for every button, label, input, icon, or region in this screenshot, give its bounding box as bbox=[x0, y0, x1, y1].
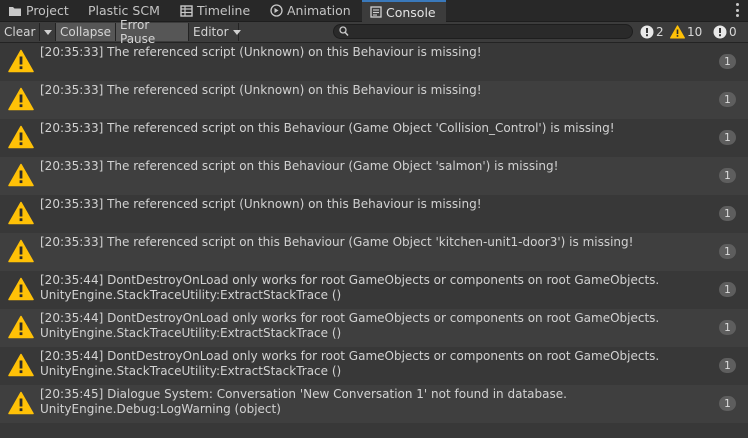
log-message: [20:35:44] DontDestroyOnLoad only works … bbox=[40, 273, 704, 303]
warning-count: 10 bbox=[687, 25, 703, 39]
log-text: [20:35:44] DontDestroyOnLoad only works … bbox=[40, 273, 660, 287]
clear-label: Clear bbox=[4, 25, 36, 39]
log-count-badge: 1 bbox=[719, 244, 736, 259]
tab-timeline[interactable]: Timeline bbox=[172, 0, 260, 21]
log-count-badge: 1 bbox=[719, 358, 736, 373]
log-entry[interactable]: [20:35:45] Dialogue System: Conversation… bbox=[0, 385, 748, 423]
warning-icon bbox=[8, 125, 34, 152]
log-count-badge: 1 bbox=[719, 92, 736, 107]
log-message: [20:35:33] The referenced script (Unknow… bbox=[40, 45, 704, 60]
error-pause-toggle[interactable]: Error Pause bbox=[116, 18, 189, 46]
log-text: [20:35:33] The referenced script (Unknow… bbox=[40, 83, 482, 97]
tab-label: Plastic SCM bbox=[88, 3, 160, 18]
log-count-badge: 1 bbox=[719, 206, 736, 221]
log-message: [20:35:33] The referenced script on this… bbox=[40, 235, 704, 250]
tab-label: Animation bbox=[287, 3, 351, 18]
clear-options-dropdown[interactable] bbox=[40, 23, 56, 41]
warning-icon bbox=[670, 25, 685, 39]
chevron-down-icon bbox=[232, 29, 241, 35]
log-text: [20:35:45] Dialogue System: Conversation… bbox=[40, 387, 567, 401]
tab-bar: Project Plastic SCM Timeline Animation C… bbox=[0, 0, 748, 22]
log-message: [20:35:44] DontDestroyOnLoad only works … bbox=[40, 311, 704, 341]
log-text: [20:35:44] DontDestroyOnLoad only works … bbox=[40, 311, 660, 325]
log-entry[interactable]: [20:35:44] DontDestroyOnLoad only works … bbox=[0, 309, 748, 347]
log-text: [20:35:33] The referenced script on this… bbox=[40, 121, 615, 135]
error-pause-label: Error Pause bbox=[120, 18, 156, 46]
log-entry[interactable]: [20:35:33] The referenced script on this… bbox=[0, 119, 748, 157]
log-message: [20:35:33] The referenced script on this… bbox=[40, 121, 704, 136]
search-input[interactable] bbox=[350, 25, 626, 38]
console-toolbar: Clear Collapse Error Pause Editor 2 10 0 bbox=[0, 18, 748, 46]
warning-count-toggle[interactable]: 10 bbox=[670, 23, 702, 41]
warning-icon bbox=[8, 239, 34, 266]
folder-icon bbox=[8, 5, 22, 17]
log-list: [20:35:33] The referenced script (Unknow… bbox=[0, 43, 748, 438]
log-text: [20:35:33] The referenced script (Unknow… bbox=[40, 197, 482, 211]
warning-icon bbox=[8, 315, 34, 342]
console-window: Project Plastic SCM Timeline Animation C… bbox=[0, 0, 748, 438]
tab-label: Timeline bbox=[197, 3, 251, 18]
log-text: [20:35:44] DontDestroyOnLoad only works … bbox=[40, 349, 660, 363]
tab-project[interactable]: Project bbox=[0, 0, 76, 21]
warning-icon bbox=[8, 163, 34, 190]
error-count-toggle[interactable]: 2 bbox=[640, 23, 664, 41]
log-message: [20:35:33] The referenced script on this… bbox=[40, 159, 704, 174]
log-text: [20:35:33] The referenced script (Unknow… bbox=[40, 45, 482, 59]
log-entry[interactable]: [20:35:44] DontDestroyOnLoad only works … bbox=[0, 347, 748, 385]
warning-icon bbox=[8, 277, 34, 304]
tab-console[interactable]: Console bbox=[362, 0, 446, 22]
log-stacktrace: UnityEngine.Debug:LogWarning (object) bbox=[40, 402, 281, 416]
log-entry[interactable]: [20:35:33] The referenced script (Unknow… bbox=[0, 43, 748, 81]
info-count: 0 bbox=[729, 25, 737, 39]
warning-icon bbox=[8, 201, 34, 228]
log-text: [20:35:33] The referenced script on this… bbox=[40, 159, 559, 173]
log-count-badge: 1 bbox=[719, 396, 736, 411]
collapse-label: Collapse bbox=[60, 25, 111, 39]
warning-icon bbox=[8, 49, 34, 76]
log-message: [20:35:45] Dialogue System: Conversation… bbox=[40, 387, 704, 417]
tab-label: Project bbox=[26, 3, 69, 18]
log-text: [20:35:33] The referenced script on this… bbox=[40, 235, 634, 249]
log-entry[interactable]: [20:35:33] The referenced script on this… bbox=[0, 233, 748, 271]
log-count-badge: 1 bbox=[719, 282, 736, 297]
editor-dropdown[interactable]: Editor bbox=[189, 23, 241, 41]
console-icon bbox=[370, 6, 382, 18]
search-field[interactable] bbox=[333, 24, 633, 39]
tab-animation[interactable]: Animation bbox=[262, 0, 360, 21]
log-entry[interactable]: [20:35:44] DontDestroyOnLoad only works … bbox=[0, 271, 748, 309]
log-count-badge: 1 bbox=[719, 168, 736, 183]
log-message: [20:35:33] The referenced script (Unknow… bbox=[40, 197, 704, 212]
log-entry[interactable]: [20:35:33] The referenced script (Unknow… bbox=[0, 195, 748, 233]
warning-icon bbox=[8, 391, 34, 418]
warning-icon bbox=[8, 87, 34, 114]
info-count-toggle[interactable]: 0 bbox=[713, 23, 737, 41]
log-message: [20:35:33] The referenced script (Unknow… bbox=[40, 83, 704, 98]
log-stacktrace: UnityEngine.StackTraceUtility:ExtractSta… bbox=[40, 288, 342, 302]
log-entry[interactable]: [20:35:33] The referenced script on this… bbox=[0, 157, 748, 195]
timeline-icon bbox=[180, 4, 193, 17]
search-icon bbox=[339, 26, 349, 40]
clear-button[interactable]: Clear bbox=[0, 23, 40, 41]
warning-icon bbox=[8, 353, 34, 380]
collapse-toggle[interactable]: Collapse bbox=[56, 23, 116, 41]
info-icon bbox=[713, 25, 727, 39]
log-count-badge: 1 bbox=[719, 130, 736, 145]
log-count-badge: 1 bbox=[719, 54, 736, 69]
log-stacktrace: UnityEngine.StackTraceUtility:ExtractSta… bbox=[40, 364, 342, 378]
chevron-down-icon bbox=[43, 29, 52, 35]
animation-icon bbox=[270, 4, 283, 17]
tab-label: Console bbox=[386, 4, 436, 20]
error-count: 2 bbox=[656, 25, 664, 39]
log-stacktrace: UnityEngine.StackTraceUtility:ExtractSta… bbox=[40, 326, 342, 340]
log-entry[interactable]: [20:35:33] The referenced script (Unknow… bbox=[0, 81, 748, 119]
log-count-badge: 1 bbox=[719, 320, 736, 335]
more-options-icon[interactable] bbox=[732, 3, 742, 17]
editor-label: Editor bbox=[193, 25, 229, 39]
error-icon bbox=[640, 25, 654, 39]
log-message: [20:35:44] DontDestroyOnLoad only works … bbox=[40, 349, 704, 379]
